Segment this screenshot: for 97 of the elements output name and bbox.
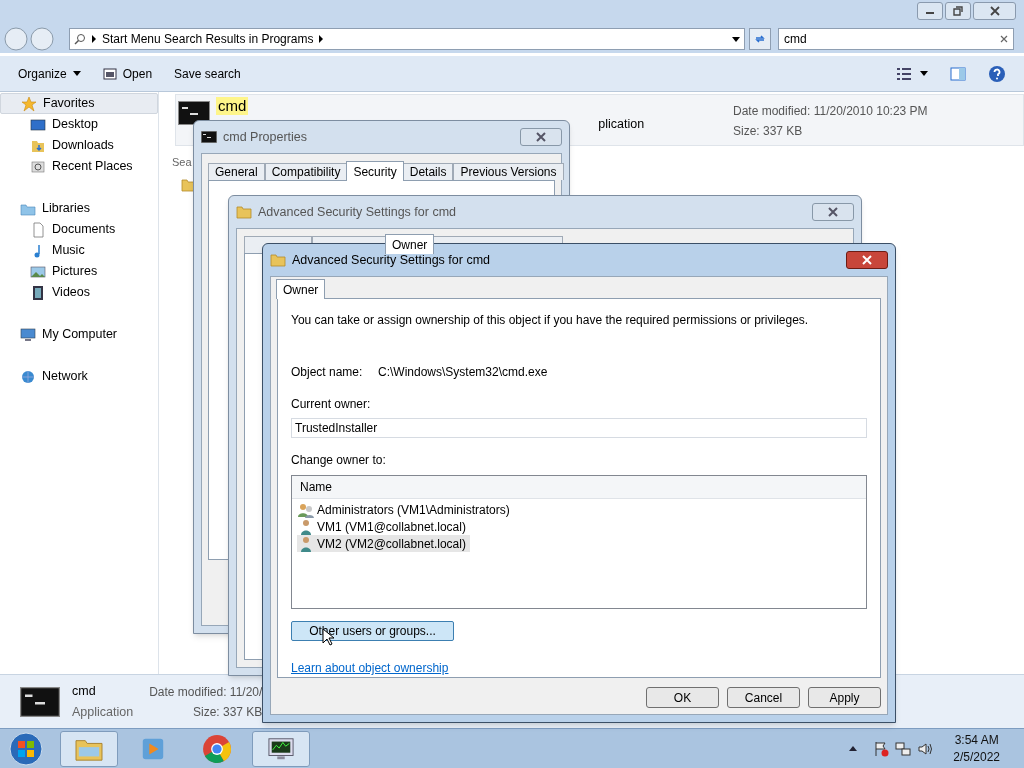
current-owner-field: TrustedInstaller [291,418,867,439]
window-icon [102,66,117,81]
caret-icon [72,71,81,76]
file-type: Application [72,703,134,721]
nav-item[interactable]: Libraries [0,198,158,219]
field-label: Object name: [291,364,364,381]
show-hidden-icon[interactable] [849,746,858,751]
owner-row[interactable]: VM2 (VM2@collabnet.local) [297,535,470,553]
tab[interactable]: Owner [385,234,435,254]
browser-icon [202,733,232,764]
console-icon [20,685,60,718]
toolbar-button[interactable]: Open [102,64,153,83]
file-name: cmd [72,682,97,700]
dropdown-icon[interactable] [732,36,740,42]
nav-item[interactable]: Pictures [0,261,158,282]
close-icon [989,6,1000,16]
nav-item[interactable]: My Computer [0,324,158,345]
dialog-button[interactable]: Apply [808,687,881,708]
restore-button[interactable] [945,2,971,20]
folder-icon [236,204,252,220]
column-header[interactable]: Name [292,476,866,500]
owner-row[interactable]: VM1 (VM1@collabnet.local) [297,518,470,536]
recent-places-icon [30,158,46,175]
flag-icon[interactable] [873,740,890,757]
picture-icon [30,263,46,280]
object-name: C:\Windows\System32\cmd.exe [378,364,548,381]
close-icon [536,132,546,142]
star-icon [21,95,37,112]
nav-item[interactable]: Favorites [0,93,158,114]
nav-item[interactable]: Music [0,240,158,261]
users-icon [297,501,315,518]
refresh-button[interactable] [749,28,771,50]
clock[interactable]: 3:54 AM 2/5/2022 [953,731,1000,766]
nav-item[interactable]: Desktop [0,114,158,135]
tab[interactable]: General [208,163,265,180]
chevron-icon [319,35,324,43]
film-icon [30,284,46,301]
field-label: Change owner to: [291,452,387,470]
tab[interactable]: Compatibility [264,163,348,180]
refresh-icon [754,33,766,45]
network-icon[interactable] [895,740,912,757]
window-title: Advanced Security Settings for cmd [292,251,490,269]
field-label: Current owner: [291,396,372,413]
nav-item[interactable]: Videos [0,282,158,303]
section-heading: Sea [172,155,192,170]
clear-icon[interactable] [1000,35,1008,43]
dialog-button[interactable]: OK [646,687,719,708]
window-title: cmd Properties [223,128,308,146]
search-field[interactable]: cmd [778,28,1014,50]
network-icon [20,368,36,385]
close-icon [862,255,872,265]
taskbar-button[interactable] [252,730,310,767]
view-list-icon[interactable] [896,66,912,81]
restore-icon [953,6,963,16]
file-name: cmd [216,97,249,115]
help-icon[interactable] [988,64,1006,83]
nav-item[interactable]: Downloads [0,135,158,156]
chevron-icon [92,35,96,43]
owner-row[interactable]: Administrators (VM1\Administrators) [297,501,514,519]
intro-text: You can take or assign ownership of this object if you have the required permissions or privileges. [291,312,810,329]
tab[interactable]: Owner [276,279,326,299]
file-size: Size: 337 KB [733,123,804,140]
close-button[interactable] [520,128,562,146]
nav-item[interactable]: Network [0,366,158,387]
ownership-link[interactable]: Learn about object ownership [291,659,449,677]
toolbar-button[interactable]: Save search [174,64,241,83]
start-button[interactable] [8,730,44,767]
nav-item[interactable]: Recent Places [0,156,158,177]
close-icon [828,207,838,217]
console-icon [201,131,217,143]
computer-icon [20,326,36,343]
document-icon [30,221,46,238]
dialog-button[interactable]: Cancel [727,687,800,708]
tab[interactable]: Details [402,163,454,180]
close-button[interactable] [846,251,888,269]
toolbar-button[interactable]: Organize [18,64,81,83]
tab[interactable]: Security [346,161,404,181]
file-size: Size: 337 KB [192,703,263,721]
speaker-icon[interactable] [917,740,934,757]
user-icon [299,518,313,535]
tab[interactable]: Previous Versions [453,163,564,180]
close-button[interactable] [812,203,854,221]
desktop-icon [30,116,46,133]
caret-icon[interactable] [920,71,928,76]
console-icon [178,101,210,125]
file-type: plication [598,116,645,133]
monitor-icon [266,735,296,762]
date-modified: Date modified: 11/20/2010 10:23 PM [733,103,929,120]
window-title: Advanced Security Settings for cmd [258,203,456,221]
user-icon [299,535,313,552]
date-modified: Date modified: 11/20/ [149,683,263,701]
minimize-button[interactable] [917,2,943,20]
close-button[interactable] [973,2,1016,20]
breadcrumb[interactable]: Start Menu Search Results in Programs [102,30,314,48]
address-bar[interactable]: Start Menu Search Results in Programs [69,28,745,50]
search-icon [74,33,86,45]
nav-item[interactable]: Documents [0,219,158,240]
